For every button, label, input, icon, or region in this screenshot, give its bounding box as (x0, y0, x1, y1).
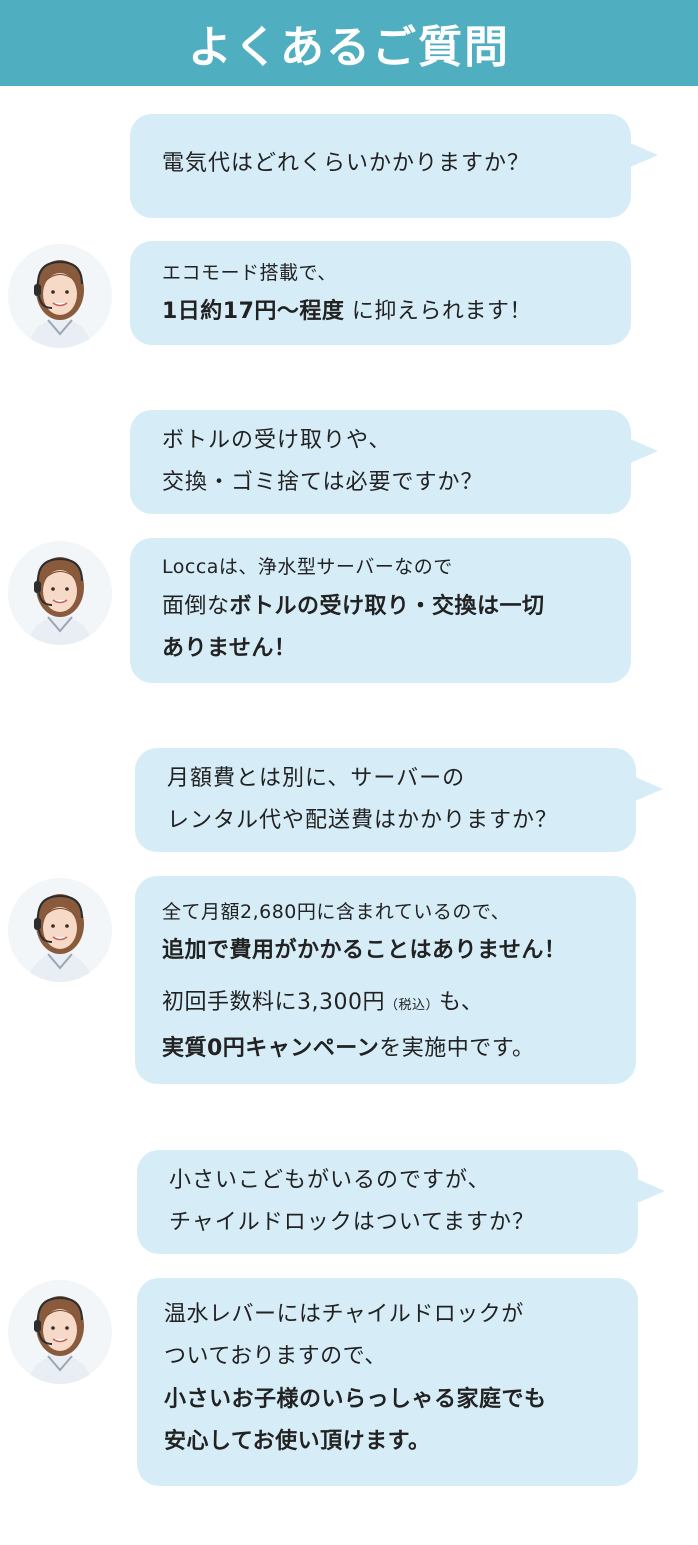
answer-line-2-3: ありません！ (162, 636, 297, 661)
question-bubble-tail-3 (633, 776, 663, 802)
answer-line-3-3: 初回手数料に3,300円（税込）も、 (162, 990, 484, 1015)
support-operator-icon (8, 878, 112, 982)
support-operator-icon (8, 244, 112, 348)
answer-highlight-4b: 安心してお使い頂けます。 (164, 1429, 431, 1454)
support-operator-icon (8, 541, 112, 645)
answer-highlight-1: 1日約17円〜程度 (162, 299, 345, 324)
operator-avatar (8, 1280, 112, 1384)
answer-line-2-2: 面倒なボトルの受け取り・交換は一切 (162, 594, 545, 619)
operator-avatar (8, 541, 112, 645)
page-title: よくあるご質問 (188, 22, 510, 73)
answer-intro-2: Loccaは、浄水型サーバーなので (162, 556, 453, 578)
answer-intro-1: エコモード搭載で、 (162, 262, 337, 284)
answer-line-1-2: 1日約17円〜程度 に抑えられます！ (162, 299, 532, 324)
question-bubble-tail-4 (635, 1178, 665, 1204)
campaign-highlight: 実質0円キャンペーン (162, 1036, 380, 1061)
answer-highlight-3: 追加で費用がかかることはありません！ (162, 938, 567, 963)
answer-highlight-2: ボトルの受け取り・交換は一切 (229, 594, 545, 619)
question-bubble-tail-1 (628, 142, 658, 168)
question-text-1: 電気代はどれくらいかかりますか？ (162, 151, 531, 176)
operator-avatar (8, 244, 112, 348)
question-text-2: ボトルの受け取りや、 交換・ゴミ捨ては必要ですか？ (162, 428, 484, 495)
operator-avatar (8, 878, 112, 982)
question-text-4: 小さいこどもがいるのですが、 チャイルドロックはついてますか？ (169, 1168, 536, 1235)
answer-line-3-4: 実質0円キャンペーンを実施中です。 (162, 1036, 535, 1061)
answer-line-4-1: 温水レバーにはチャイルドロックが (164, 1302, 524, 1327)
page-header: よくあるご質問 (0, 0, 698, 86)
support-operator-icon (8, 1280, 112, 1384)
question-text-3: 月額費とは別に、サーバーの レンタル代や配送費はかかりますか？ (167, 766, 559, 833)
tax-included-note: （税込） (384, 998, 439, 1013)
question-bubble-tail-2 (628, 438, 658, 464)
answer-highlight-4a: 小さいお子様のいらっしゃる家庭でも (164, 1387, 547, 1412)
answer-intro-3: 全て月額2,680円に含まれているので、 (162, 901, 511, 923)
answer-line-4-2: ついておりますので、 (164, 1344, 387, 1369)
